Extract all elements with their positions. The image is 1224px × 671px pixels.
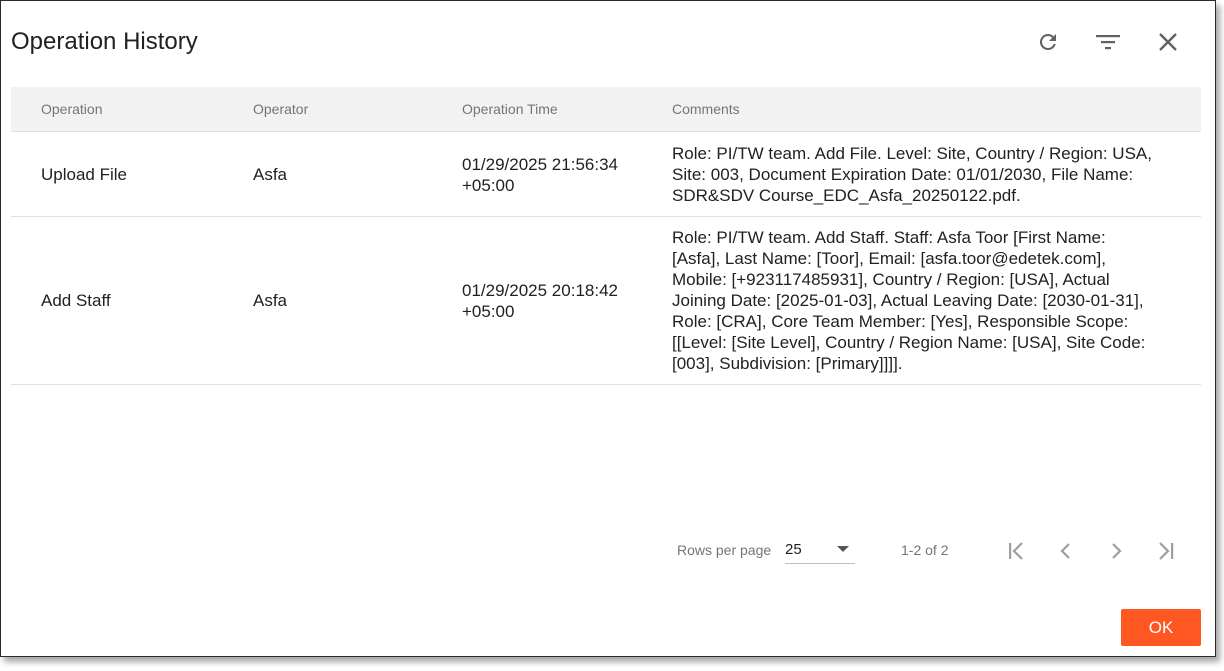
table-row: Upload File Asfa 01/29/2025 21:56:34 +05…: [11, 132, 1201, 217]
rows-per-page-label: Rows per page: [677, 542, 772, 558]
first-page-icon[interactable]: [1001, 536, 1031, 566]
operation-time-date: 01/29/2025 20:18:42: [462, 281, 618, 300]
refresh-icon[interactable]: [1033, 27, 1063, 57]
comments-cell: Role: PI/TW team. Add File. Level: Site,…: [672, 143, 1172, 206]
pagination-range: 1-2 of 2: [901, 542, 949, 558]
operation-cell: Upload File: [41, 165, 127, 184]
dropdown-arrow-icon: [837, 546, 849, 552]
operation-time-offset: +05:00: [462, 302, 515, 321]
column-header-operator[interactable]: Operator: [253, 101, 308, 117]
close-icon[interactable]: [1153, 27, 1183, 57]
operator-cell: Asfa: [253, 165, 288, 184]
column-header-operation[interactable]: Operation: [41, 101, 102, 117]
column-header-operation-time[interactable]: Operation Time: [462, 101, 558, 117]
comment-line: [[Level: [Site Level], Country / Region …: [672, 333, 1146, 352]
column-header-comments[interactable]: Comments: [672, 101, 740, 117]
comment-line: Role: PI/TW team. Add File. Level: Site,…: [672, 144, 1152, 163]
rows-per-page-value: 25: [785, 541, 802, 558]
table-header: Operation Operator Operation Time Commen…: [11, 87, 1201, 132]
dialog-title: Operation History: [11, 28, 198, 55]
comment-line: [003], Subdivision: [Primary]]]].: [672, 354, 903, 373]
operation-time-cell: 01/29/2025 20:18:42 +05:00: [462, 280, 652, 322]
table-row: Add Staff Asfa 01/29/2025 20:18:42 +05:0…: [11, 217, 1201, 385]
comment-line: Role: PI/TW team. Add Staff. Staff: Asfa…: [672, 228, 1106, 247]
comments-cell: Role: PI/TW team. Add Staff. Staff: Asfa…: [672, 227, 1172, 374]
operation-history-dialog: Operation History Operation Operator Ope…: [0, 0, 1216, 657]
operator-cell: Asfa: [253, 291, 288, 310]
operation-time-cell: 01/29/2025 21:56:34 +05:00: [462, 154, 652, 196]
comment-line: Mobile: [+923117485931], Country / Regio…: [672, 270, 1110, 289]
comment-line: Role: [CRA], Core Team Member: [Yes], Re…: [672, 312, 1129, 331]
operation-time-offset: +05:00: [462, 176, 515, 195]
ok-button[interactable]: OK: [1121, 609, 1201, 646]
last-page-icon[interactable]: [1151, 536, 1181, 566]
next-page-icon[interactable]: [1101, 536, 1131, 566]
filter-icon[interactable]: [1093, 27, 1123, 57]
comment-line: SDR&SDV Course_EDC_Asfa_20250122.pdf.: [672, 186, 1021, 205]
rows-per-page-select[interactable]: 25: [785, 536, 855, 564]
operation-time-date: 01/29/2025 21:56:34: [462, 155, 618, 174]
comment-line: [Asfa], Last Name: [Toor], Email: [asfa.…: [672, 249, 1106, 268]
comment-line: Site: 003, Document Expiration Date: 01/…: [672, 165, 1134, 184]
previous-page-icon[interactable]: [1051, 536, 1081, 566]
operation-cell: Add Staff: [41, 291, 111, 310]
comment-line: Joining Date: [2025-01-03], Actual Leavi…: [672, 291, 1144, 310]
